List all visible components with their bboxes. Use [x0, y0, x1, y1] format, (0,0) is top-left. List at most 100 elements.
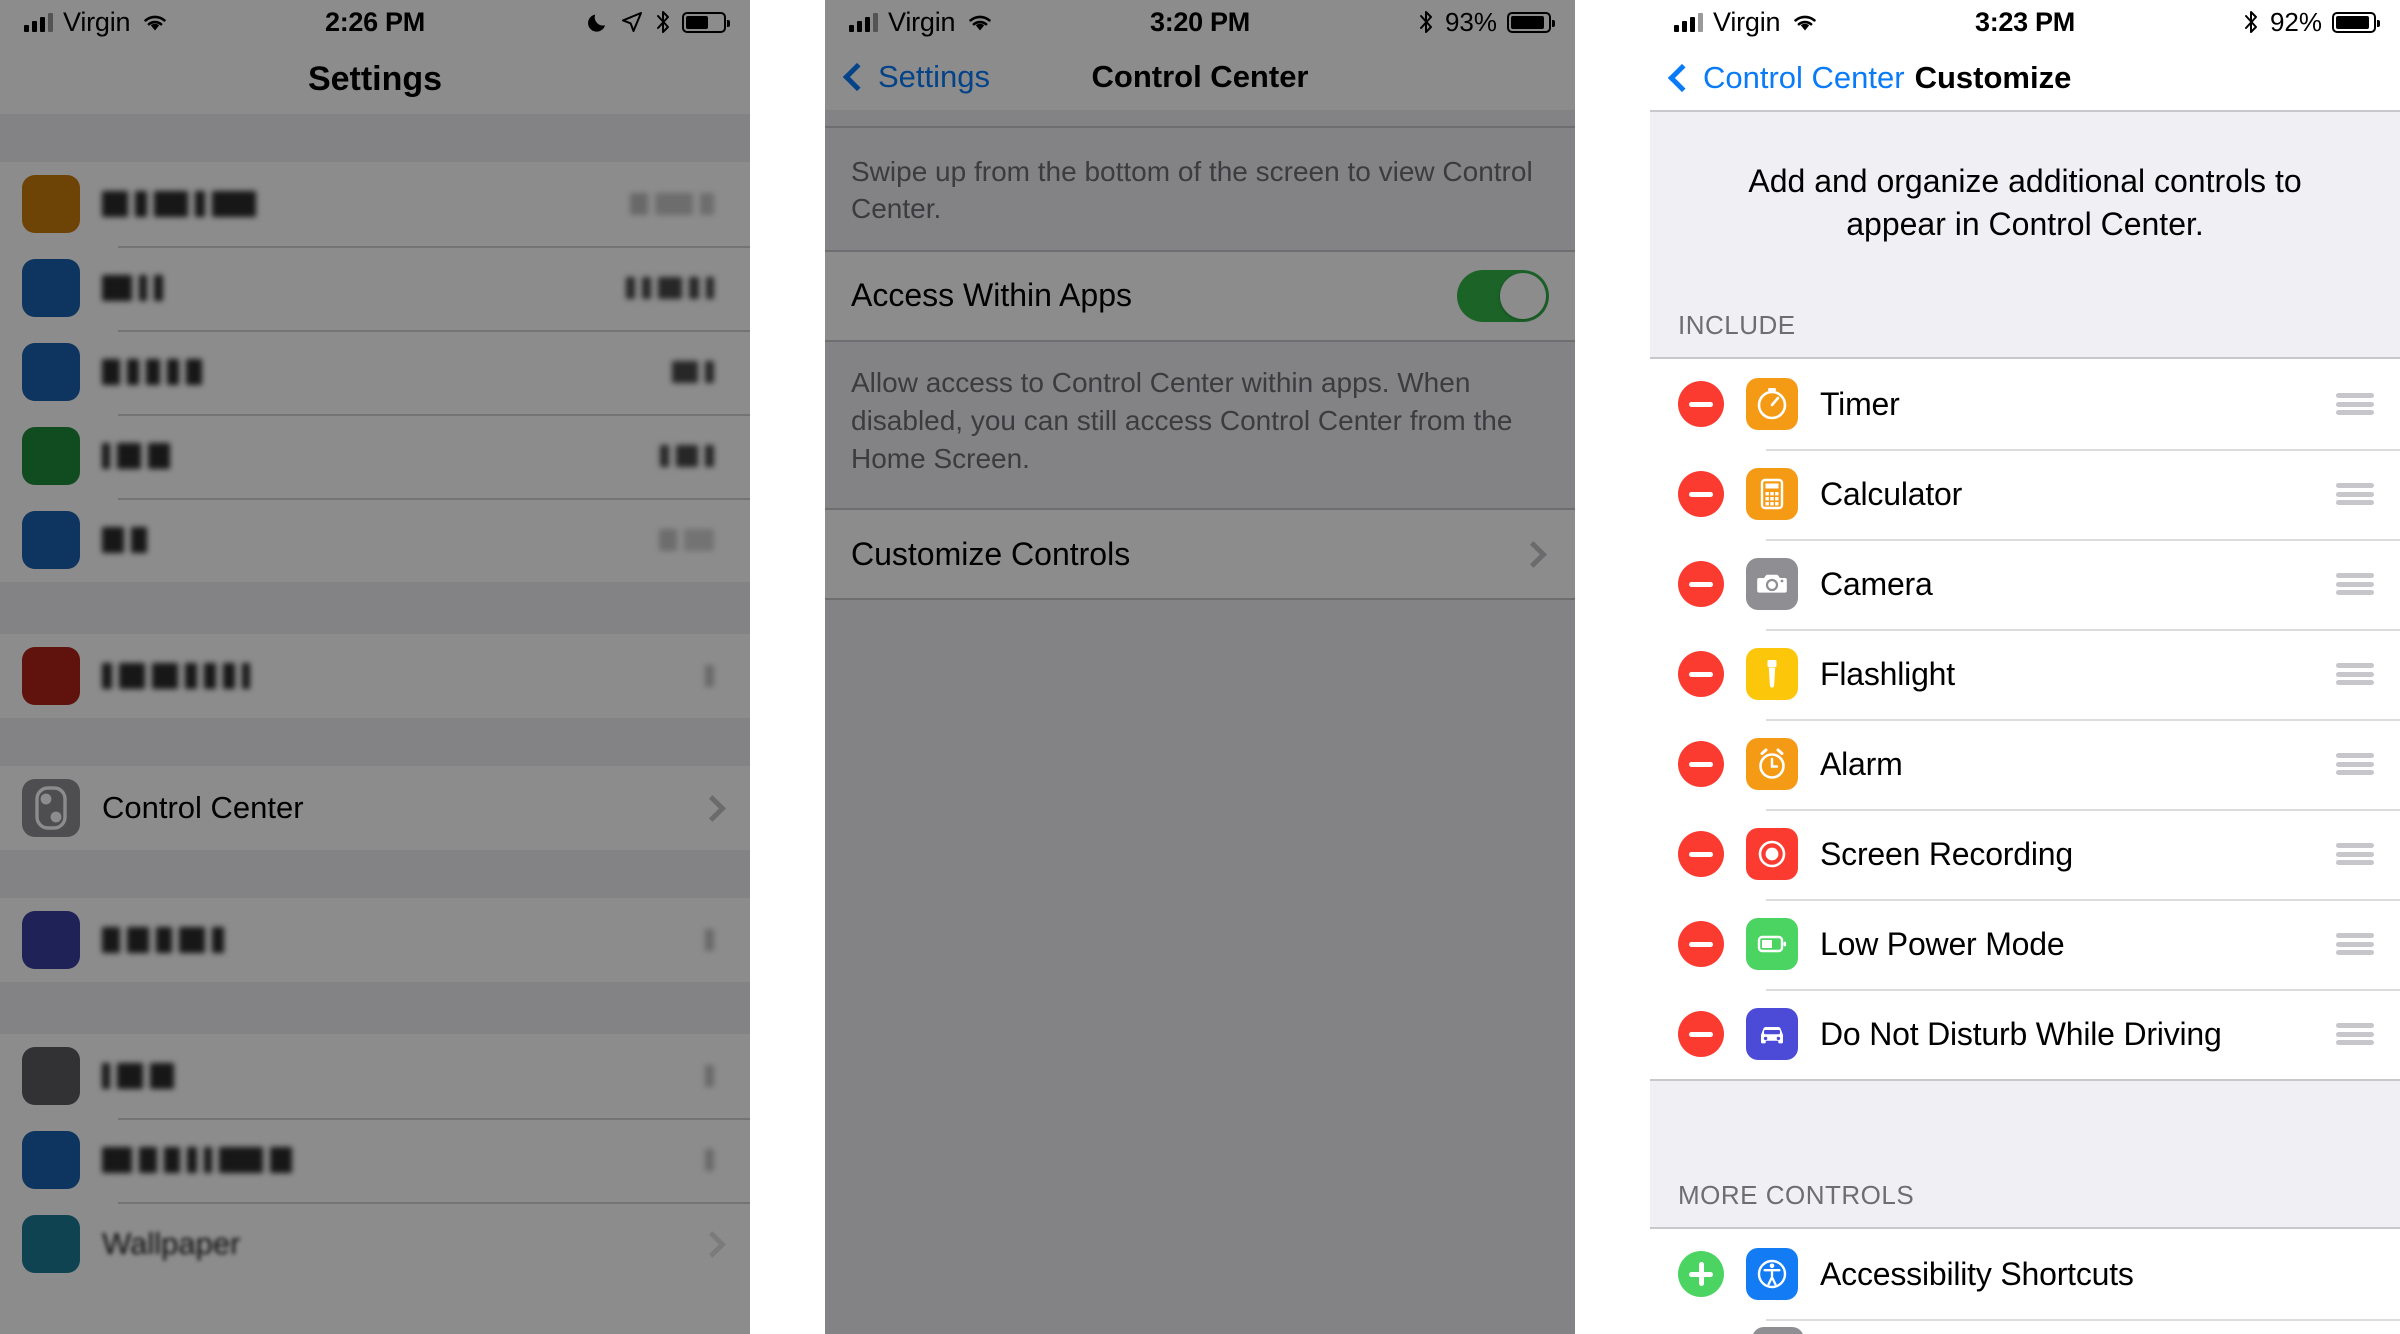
add-button[interactable] — [1678, 1251, 1724, 1298]
control-row-calculator[interactable]: Calculator — [1650, 449, 2400, 540]
app-icon-blurred — [22, 175, 80, 233]
access-within-apps-label: Access Within Apps — [851, 277, 1132, 314]
settings-row-value-blurred — [626, 275, 714, 301]
remove-button[interactable] — [1678, 651, 1724, 698]
reorder-handle[interactable] — [2336, 573, 2374, 596]
three-phone-screenshot-stage: Virgin 2:26 PM Settings Control Center W… — [0, 0, 2400, 1334]
settings-row-blurred[interactable] — [0, 898, 750, 982]
settings-row-label-blurred — [102, 1061, 705, 1091]
settings-row-value-blurred — [659, 527, 714, 553]
section-header-include: INCLUDE — [1650, 297, 2400, 360]
app-icon-blurred — [22, 427, 80, 485]
settings-section-gap-1 — [0, 114, 750, 162]
nav-bar-2: Settings Control Center — [825, 44, 1575, 110]
control-label: Screen Recording — [1820, 835, 2073, 872]
settings-group-b — [0, 634, 750, 718]
control-label: Timer — [1820, 385, 1900, 422]
battery-percent-label: 93% — [1444, 6, 1497, 37]
settings-row-blurred[interactable] — [0, 330, 750, 414]
panel-separator-2 — [1575, 0, 1650, 1334]
settings-row-blurred[interactable] — [0, 162, 750, 246]
chevron-right-icon — [699, 794, 726, 822]
settings-row-value-blurred — [672, 359, 714, 385]
settings-row-value-blurred — [630, 191, 714, 217]
nav-bar-3: Control Center Customize — [1650, 44, 2400, 112]
control-label: Alarm — [1820, 745, 1903, 782]
settings-row-label-blurred — [102, 525, 659, 555]
status-bar-3: Virgin 3:23 PM 92% — [1650, 0, 2400, 44]
control-row-accessibility-shortcuts[interactable]: Accessibility Shortcuts — [1650, 1229, 2400, 1320]
sidebar-item-control-center[interactable]: Control Center — [0, 766, 750, 850]
settings-row-blurred[interactable] — [0, 414, 750, 498]
timer-icon — [1746, 378, 1798, 431]
settings-row-wallpaper[interactable]: Wallpaper — [0, 1202, 750, 1286]
control-row-dnd-while-driving[interactable]: Do Not Disturb While Driving — [1650, 989, 2400, 1080]
phone-panel-customize: Virgin 3:23 PM 92% Control Center Custom… — [1650, 0, 2400, 1334]
battery-percent-label: 92% — [2269, 6, 2322, 37]
remove-button[interactable] — [1678, 381, 1724, 428]
chevron-right-icon — [1520, 540, 1547, 568]
screen-recording-icon — [1746, 828, 1798, 881]
app-icon-blurred — [22, 911, 80, 969]
reorder-handle[interactable] — [2336, 393, 2374, 416]
control-label: Low Power Mode — [1820, 925, 2065, 962]
bottom-filler — [825, 600, 1575, 1221]
settings-section-gap-2 — [0, 582, 750, 634]
settings-group-a — [0, 162, 750, 582]
app-icon-blurred — [22, 511, 80, 569]
page-title-settings: Settings — [307, 59, 443, 98]
customize-controls-label: Customize Controls — [851, 535, 1131, 572]
control-center-label: Control Center — [102, 790, 304, 825]
access-within-apps-toggle[interactable] — [1457, 269, 1549, 322]
remove-button[interactable] — [1678, 561, 1724, 608]
settings-row-blurred[interactable] — [0, 498, 750, 582]
customize-controls-row[interactable]: Customize Controls — [825, 508, 1575, 601]
settings-row-value-blurred — [705, 1147, 714, 1173]
control-row-low-power-mode[interactable]: Low Power Mode — [1650, 899, 2400, 990]
settings-group-d — [0, 898, 750, 982]
control-row-timer[interactable]: Timer — [1650, 359, 2400, 450]
reorder-handle[interactable] — [2336, 1023, 2374, 1046]
control-center-body: Swipe up from the bottom of the screen t… — [825, 110, 1575, 1334]
settings-row-blurred[interactable] — [0, 634, 750, 718]
phone-panel-control-center: Virgin 3:20 PM 93% Settings Control Cent… — [825, 0, 1575, 1334]
control-row-camera[interactable]: Camera — [1650, 539, 2400, 630]
settings-section-gap-3 — [0, 718, 750, 766]
app-icon-blurred — [22, 259, 80, 317]
reorder-handle[interactable] — [2336, 843, 2374, 866]
settings-row-label-blurred — [102, 661, 705, 691]
reorder-handle[interactable] — [2336, 753, 2374, 776]
back-button-control-center[interactable]: Control Center — [1667, 60, 1905, 96]
settings-row-label-blurred — [102, 357, 672, 387]
reorder-handle[interactable] — [2336, 933, 2374, 956]
app-icon-blurred — [22, 1047, 80, 1105]
control-row-alarm[interactable]: Alarm — [1650, 719, 2400, 810]
remove-button[interactable] — [1678, 1011, 1724, 1058]
settings-row-blurred[interactable] — [0, 246, 750, 330]
access-within-apps-row[interactable]: Access Within Apps — [825, 249, 1575, 342]
control-label: Do Not Disturb While Driving — [1820, 1015, 2222, 1052]
camera-icon — [1746, 558, 1798, 611]
settings-section-gap-4 — [0, 850, 750, 898]
settings-row-blurred[interactable] — [0, 1034, 750, 1118]
remove-button[interactable] — [1678, 471, 1724, 518]
reorder-handle[interactable] — [2336, 663, 2374, 686]
moon-icon — [588, 14, 605, 32]
control-row-screen-recording[interactable]: Screen Recording — [1650, 809, 2400, 900]
car-icon — [1746, 1008, 1798, 1061]
remove-button[interactable] — [1678, 741, 1724, 788]
remove-button[interactable] — [1678, 831, 1724, 878]
battery-icon — [1507, 11, 1555, 33]
bluetooth-icon — [657, 11, 669, 33]
app-icon-blurred — [22, 1131, 80, 1189]
nav-bar-1: Settings — [0, 44, 750, 114]
remove-button[interactable] — [1678, 921, 1724, 968]
settings-row-blurred[interactable] — [0, 1118, 750, 1202]
app-icon-blurred — [22, 647, 80, 705]
control-row-flashlight[interactable]: Flashlight — [1650, 629, 2400, 720]
settings-row-value-blurred — [705, 663, 714, 689]
settings-row-label-blurred — [102, 1145, 705, 1175]
customize-description: Add and organize additional controls to … — [1650, 112, 2400, 298]
control-row-partial[interactable] — [1650, 1319, 2400, 1334]
reorder-handle[interactable] — [2336, 483, 2374, 506]
